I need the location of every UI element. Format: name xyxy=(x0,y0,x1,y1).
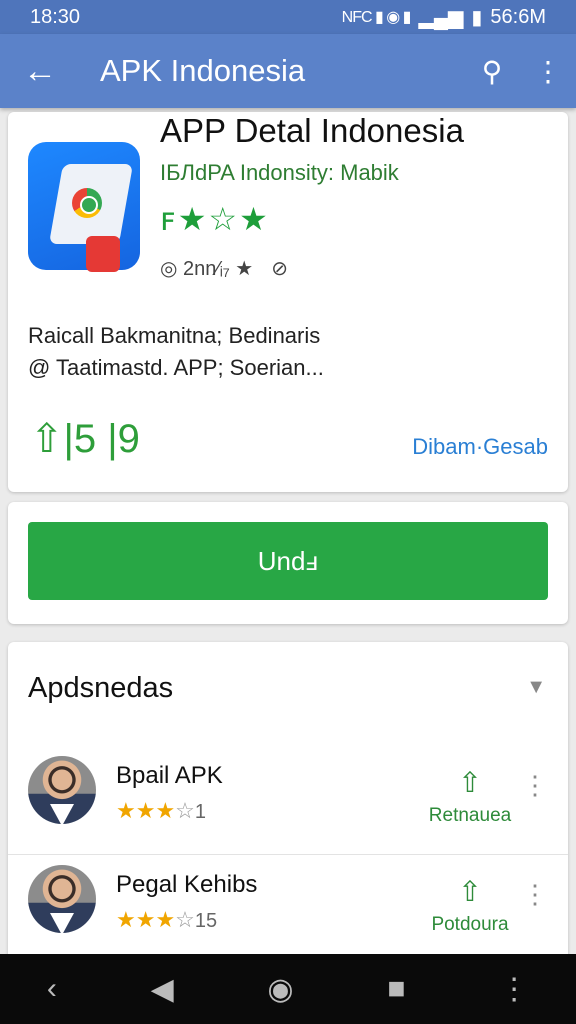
item-name: Bpail APK xyxy=(116,762,223,789)
info-icon[interactable]: ⊘ xyxy=(271,256,288,281)
app-detail-card: APP Detal Indonesia IБЛdPA Indonsity: Ma… xyxy=(8,112,568,492)
list-item[interactable]: Bpail APK ★★★☆1 ⇧ Retnauea ⋮ xyxy=(8,746,568,854)
nav-menu-icon[interactable]: ⋮ xyxy=(499,972,529,1007)
share-icon: ⇧ xyxy=(458,767,482,798)
avatar xyxy=(28,756,96,824)
app-description: Raicall Bakmanitna; Bedinaris @ Taatimas… xyxy=(28,320,324,384)
status-bar: 18:30 NFC ▮ ◉ ▮ ▂▄▆ ▮ 56:6M xyxy=(0,0,576,34)
app-name: APP Detal Indonesia xyxy=(160,112,464,149)
status-time: 18:30 xyxy=(30,5,81,28)
battery-icon: ▮ xyxy=(471,6,483,29)
nav-back-icon[interactable]: ‹ xyxy=(47,972,57,1006)
signal-icon: ▂▄▆ xyxy=(418,6,464,29)
update-action-button[interactable]: ⇧ Potdoura xyxy=(420,875,520,936)
app-subtitle[interactable]: IБЛdPA Indonsity: Mabik xyxy=(160,160,399,186)
navigation-bar: ‹ ◀ ◉ ■ ⋮ xyxy=(0,954,576,1024)
share-icon: ⇧ xyxy=(458,876,482,907)
rating-stars: ꜰ★☆★ xyxy=(160,201,270,237)
item-stars: ★★★☆1 xyxy=(116,798,207,823)
updates-card: Apdsnedas ▼ Bpail APK ★★★☆1 ⇧ Retnauea ⋮… xyxy=(8,642,568,962)
nav-triangle-icon[interactable]: ◀ xyxy=(151,972,174,1007)
description-line: @ Taatimastd. APP; Soerian... xyxy=(28,355,324,380)
avatar xyxy=(28,865,96,933)
more-icon[interactable]: ⋮ xyxy=(520,55,576,88)
item-stars: ★★★☆15 xyxy=(116,907,218,932)
back-arrow-icon[interactable]: ← xyxy=(0,54,80,88)
meta-row: ◎ 2nn⁄ᵢ₇ ★ ⊘ xyxy=(160,256,288,281)
action-label: Retnauea xyxy=(428,805,512,826)
update-action-button[interactable]: ⇧ Retnauea xyxy=(420,766,520,827)
list-item[interactable]: Pegal Kehibs ★★★☆15 ⇧ Potdoura ⋮ xyxy=(8,854,568,962)
status-battery: 56:6M xyxy=(490,5,546,28)
status-icons: NFC ▮ ◉ ▮ xyxy=(341,9,412,26)
app-bar: ← APK Indonesia ⚲ ⋮ xyxy=(0,34,576,108)
page-title: APK Indonesia xyxy=(100,53,306,88)
nav-home-icon[interactable]: ◉ xyxy=(267,972,293,1007)
action-label: Potdoura xyxy=(431,914,509,935)
downloads-count: ⇧|5 |9 xyxy=(30,417,140,461)
search-icon[interactable]: ⚲ xyxy=(464,55,520,88)
nav-recents-icon[interactable]: ■ xyxy=(387,972,405,1006)
app-icon xyxy=(28,142,142,272)
item-name: Pegal Kehibs xyxy=(116,871,258,898)
install-card: Undⅎ xyxy=(8,502,568,624)
developer-link[interactable]: Dibam·Gesab xyxy=(412,434,548,460)
chevron-down-icon[interactable]: ▼ xyxy=(526,676,546,699)
more-icon[interactable]: ⋮ xyxy=(522,770,548,801)
description-line: Raicall Bakmanitna; Bedinaris xyxy=(28,323,321,348)
section-title: Apdsnedas xyxy=(28,672,174,704)
more-icon[interactable]: ⋮ xyxy=(522,879,548,910)
install-button[interactable]: Undⅎ xyxy=(28,522,548,600)
meta-rating: ◎ 2nn⁄ᵢ₇ ★ xyxy=(160,258,254,280)
